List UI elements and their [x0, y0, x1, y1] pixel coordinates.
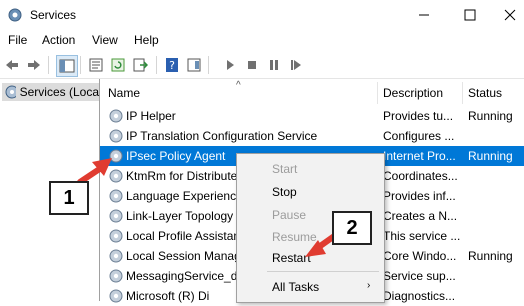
annotation-badge-step-1: 1 [49, 181, 89, 215]
annotation-arrows [77, 158, 343, 257]
annotation-badge-step-2: 2 [332, 211, 372, 245]
arrow-step-1 [77, 158, 112, 185]
